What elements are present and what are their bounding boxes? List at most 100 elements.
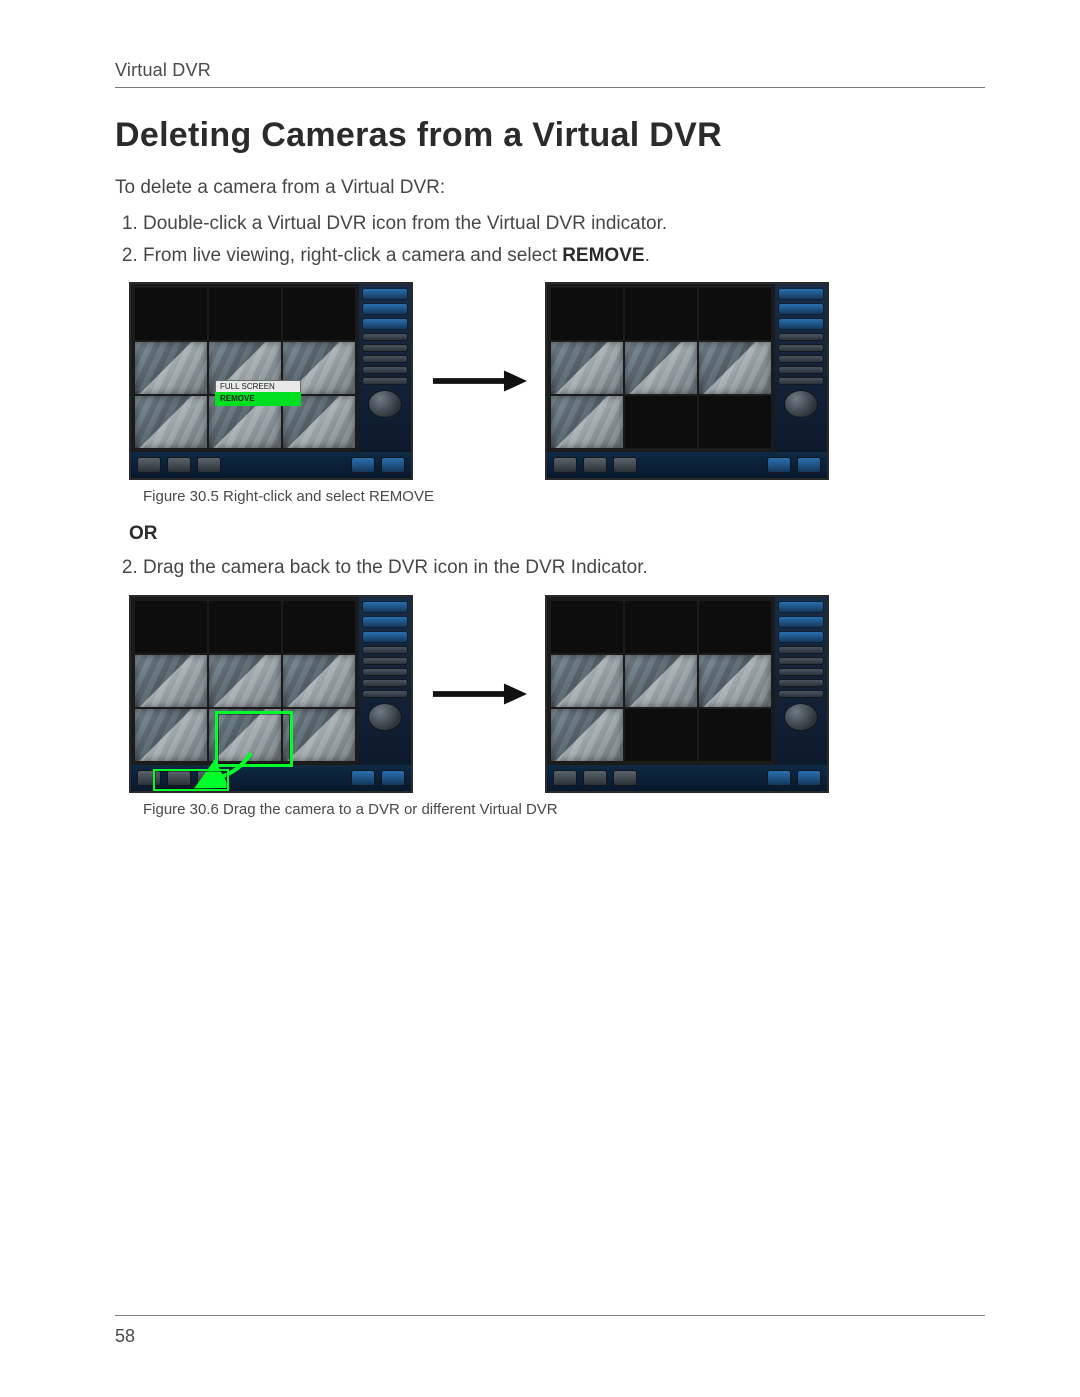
camera-cell-empty (699, 288, 771, 340)
jog-dial-icon (368, 390, 402, 418)
camera-cell (625, 655, 697, 707)
jog-dial-icon (368, 703, 402, 731)
camera-cell-empty (283, 601, 355, 653)
camera-cell (551, 396, 623, 448)
dvr-indicator-chip (351, 770, 375, 786)
side-button (778, 318, 824, 330)
camera-cell (209, 655, 281, 707)
dvr-screenshot-left-a: FULL SCREEN REMOVE (129, 282, 413, 480)
side-button (362, 318, 408, 330)
dvr-indicator-chip (381, 457, 405, 473)
camera-cell (135, 396, 207, 448)
camera-cell-empty (625, 288, 697, 340)
figure-caption-a: Figure 30.5 Right-click and select REMOV… (143, 488, 985, 505)
side-slot (778, 668, 824, 676)
side-slot (778, 377, 824, 385)
dvr-screenshot-right-b (545, 595, 829, 793)
dvr-indicator-chip (351, 457, 375, 473)
dvr-indicator-chip (613, 770, 637, 786)
camera-cell (135, 342, 207, 394)
camera-cell-empty (283, 288, 355, 340)
dvr-indicator-chip (613, 457, 637, 473)
camera-cell-empty (135, 601, 207, 653)
context-menu-item-remove: REMOVE (216, 393, 300, 405)
step-2-punct: . (645, 245, 650, 266)
side-slot (778, 355, 824, 363)
side-slot (362, 333, 408, 341)
side-slot (778, 657, 824, 665)
figure-30-6 (129, 595, 985, 793)
camera-cell (699, 342, 771, 394)
side-button (778, 616, 824, 628)
side-button (362, 288, 408, 300)
side-slot (362, 679, 408, 687)
side-slot (362, 366, 408, 374)
dvr-screenshot-left-b (129, 595, 413, 793)
side-button (778, 601, 824, 613)
dvr-indicator-chip (797, 457, 821, 473)
camera-cell-empty (209, 288, 281, 340)
side-slot (778, 333, 824, 341)
step-1: Double-click a Virtual DVR icon from the… (143, 211, 985, 237)
camera-cell-empty (209, 601, 281, 653)
step-2: From live viewing, right-click a camera … (143, 243, 985, 269)
dvr-indicator-chip (767, 457, 791, 473)
figure-30-5: FULL SCREEN REMOVE (129, 282, 985, 480)
dvr-bottom-bar (547, 452, 827, 478)
dvr-indicator-highlight (153, 769, 229, 791)
figure-caption-b: Figure 30.6 Drag the camera to a DVR or … (143, 801, 985, 818)
side-slot (362, 646, 408, 654)
intro-text: To delete a camera from a Virtual DVR: (115, 177, 985, 199)
dvr-side-panel (775, 284, 827, 452)
steps-list-a: Double-click a Virtual DVR icon from the… (115, 211, 985, 268)
camera-cell (625, 342, 697, 394)
dvr-side-panel (359, 284, 411, 452)
side-button (362, 303, 408, 315)
side-button (362, 616, 408, 628)
dvr-indicator-chip (381, 770, 405, 786)
steps-list-b: Drag the camera back to the DVR icon in … (115, 555, 985, 581)
context-menu: FULL SCREEN REMOVE (215, 380, 301, 406)
side-slot (778, 366, 824, 374)
dvr-screenshot-right-a (545, 282, 829, 480)
camera-cell-empty (699, 396, 771, 448)
dvr-side-panel (775, 597, 827, 765)
dvr-bottom-bar (547, 765, 827, 791)
arrow-right-icon (431, 680, 527, 708)
camera-cell-empty (135, 288, 207, 340)
camera-cell-empty (625, 601, 697, 653)
running-header: Virtual DVR (115, 60, 985, 81)
side-slot (778, 690, 824, 698)
side-button (778, 631, 824, 643)
dvr-indicator-chip (767, 770, 791, 786)
camera-cell-empty (551, 601, 623, 653)
side-button (362, 631, 408, 643)
jog-dial-icon (784, 390, 818, 418)
camera-cell (283, 655, 355, 707)
dvr-indicator-chip (797, 770, 821, 786)
dvr-side-panel (359, 597, 411, 765)
camera-cell-empty (551, 288, 623, 340)
camera-cell-empty (699, 601, 771, 653)
side-slot (362, 355, 408, 363)
dvr-bottom-bar (131, 452, 411, 478)
side-slot (778, 679, 824, 687)
side-button (362, 601, 408, 613)
step-b1: Drag the camera back to the DVR icon in … (143, 555, 985, 581)
step-2-remove: REMOVE (562, 245, 644, 266)
side-button (778, 288, 824, 300)
footer-rule (115, 1315, 985, 1316)
camera-cell-empty (625, 396, 697, 448)
arrow-right-icon (431, 367, 527, 395)
dvr-indicator-chip (553, 457, 577, 473)
dvr-indicator-chip (167, 457, 191, 473)
camera-cell-empty (699, 709, 771, 761)
dvr-indicator-chip (583, 770, 607, 786)
side-slot (362, 657, 408, 665)
side-button (778, 303, 824, 315)
page-title: Deleting Cameras from a Virtual DVR (115, 116, 985, 155)
camera-cell (551, 709, 623, 761)
or-separator: OR (129, 523, 985, 545)
step-2-text: From live viewing, right-click a camera … (143, 245, 562, 266)
jog-dial-icon (784, 703, 818, 731)
